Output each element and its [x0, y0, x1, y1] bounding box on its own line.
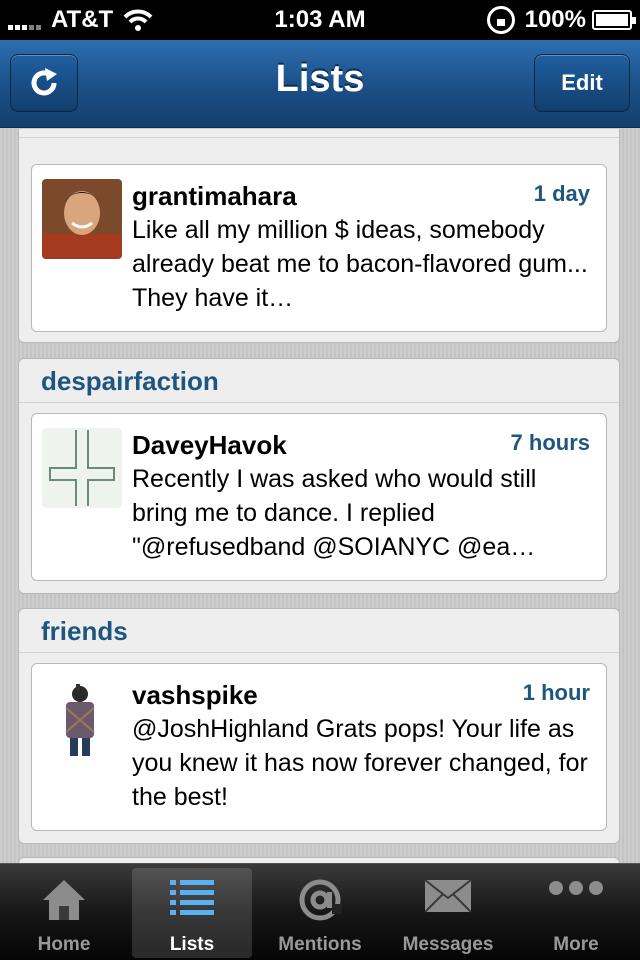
tweet-username: grantimahara	[132, 181, 297, 211]
tab-home[interactable]: Home	[4, 868, 124, 958]
avatar[interactable]	[42, 428, 122, 508]
tweet-time: 1 day	[533, 181, 590, 206]
tab-bar: Home Lists Mentions Messages More	[0, 863, 640, 960]
tweet-card[interactable]: vashspike 1 hour @JoshHighland Grats pop…	[31, 663, 607, 831]
tab-label: Lists	[169, 934, 215, 955]
battery-icon	[592, 10, 636, 30]
tweet-text: Like all my million $ ideas, somebody al…	[132, 216, 588, 312]
tweet-time: 7 hours	[510, 430, 590, 455]
at-icon	[299, 879, 342, 921]
lists-scroll-area[interactable]: celebs grantimahara 1 day Like all my mi…	[0, 129, 640, 863]
tweet-text: @JoshHighland Grats pops! Your life as y…	[132, 715, 588, 811]
list-section-friends: friends vashspike 1 hour @JoshHighland G…	[18, 608, 620, 844]
avatar[interactable]	[42, 678, 122, 758]
status-bar: AT&T 1:03 AM 100%	[0, 0, 640, 40]
edit-button[interactable]: Edit	[534, 54, 630, 112]
battery-percent: 100%	[524, 6, 586, 33]
tweet-card[interactable]: DaveyHavok 7 hours Recently I was asked …	[31, 413, 607, 581]
tab-label: More	[553, 934, 599, 955]
tweet-username: vashspike	[132, 680, 258, 710]
rotation-lock-icon	[486, 6, 515, 34]
tab-mentions[interactable]: Mentions	[260, 868, 380, 958]
section-title[interactable]: friends	[19, 609, 619, 653]
tweet-time: 1 hour	[522, 680, 590, 705]
status-right: 100%	[486, 6, 636, 34]
list-section-despairfaction: despairfaction DaveyHavok 7 hours Recent…	[18, 358, 620, 594]
tweet-username: DaveyHavok	[132, 430, 287, 460]
list-section-celebs: celebs grantimahara 1 day Like all my mi…	[18, 129, 620, 343]
envelope-icon	[424, 879, 472, 913]
section-title[interactable]: celebs	[19, 129, 619, 138]
navigation-bar: Lists Edit	[0, 40, 640, 128]
tab-more[interactable]: More	[516, 868, 636, 958]
section-title[interactable]: despairfaction	[19, 359, 619, 403]
tab-label: Messages	[402, 934, 494, 955]
more-dots-icon	[549, 881, 603, 895]
tab-label: Mentions	[278, 934, 362, 955]
home-icon	[43, 880, 85, 920]
tweet-text: Recently I was asked who would still bri…	[132, 465, 537, 561]
tab-label: Home	[37, 934, 91, 955]
tab-messages[interactable]: Messages	[388, 868, 508, 958]
avatar[interactable]	[42, 179, 122, 259]
tab-lists[interactable]: Lists	[132, 868, 252, 958]
tweet-card[interactable]: grantimahara 1 day Like all my million $…	[31, 164, 607, 332]
list-icon	[170, 880, 214, 915]
